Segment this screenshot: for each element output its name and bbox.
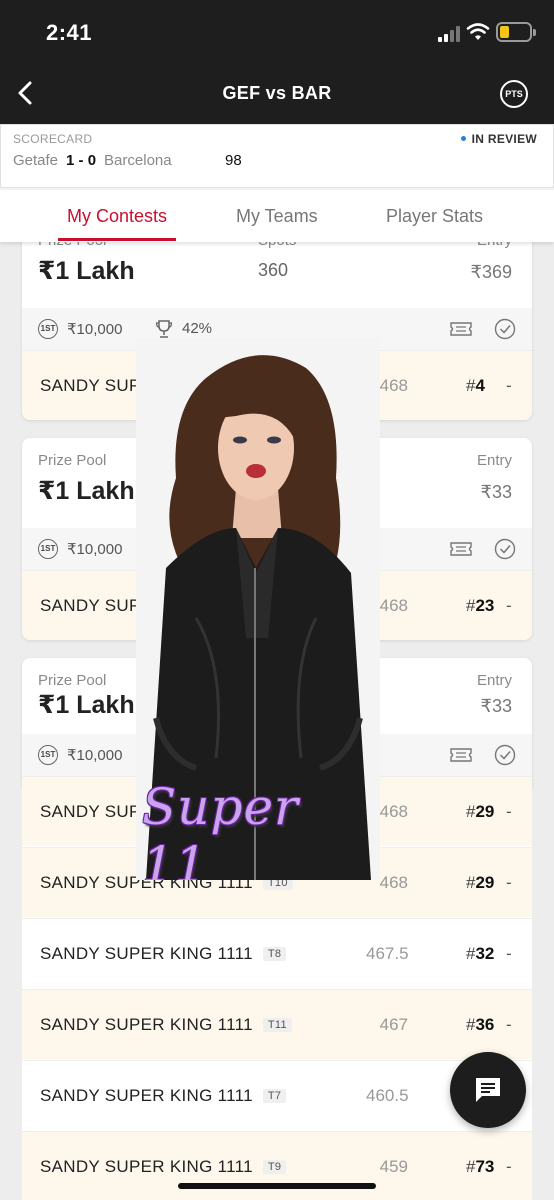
first-prize-icon: 1ST <box>38 745 58 765</box>
match-status: IN REVIEW <box>460 132 537 146</box>
entry-value: ₹33 <box>480 696 512 716</box>
overlay-caption: Super 11 <box>142 778 299 880</box>
home-team: Getafe <box>13 152 59 169</box>
team-tag: T9 <box>262 1159 287 1174</box>
rank-change: - <box>506 1157 512 1176</box>
scorecard-label: SCORECARD <box>13 132 93 146</box>
score-line: Getafe 1 - 0 Barcelona <box>13 152 172 169</box>
rank-change: - <box>506 1015 512 1034</box>
ticket-icon <box>450 542 472 556</box>
first-prize-amount: ₹10,000 <box>67 321 123 338</box>
match-score: 1 - 0 <box>66 152 97 169</box>
team-name: SANDY SUPER KING 1111 T8 <box>40 944 287 964</box>
team-rank: #73 <box>466 1157 495 1176</box>
rank-change: - <box>506 596 512 615</box>
team-rank: #32 <box>466 944 495 963</box>
chat-button[interactable] <box>450 1052 526 1128</box>
match-title: GEF vs BAR <box>222 83 332 103</box>
team-row[interactable]: SANDY SUPER KING 1111 T11 467 #36 - <box>22 989 532 1059</box>
team-rank: #23 <box>466 596 495 615</box>
team-points: 467 <box>379 1015 408 1034</box>
winners-percent: 42% <box>182 320 213 337</box>
points-button[interactable]: PTS <box>500 80 528 108</box>
team-row[interactable]: SANDY SUPER KING 1111 T8 467.5 #32 - <box>22 918 532 988</box>
confirmed-check-icon <box>494 318 516 340</box>
team-tag: T7 <box>262 1088 287 1103</box>
team-name: SANDY SUPER KING 1111 T7 <box>40 1086 287 1106</box>
first-prize-icon: 1ST <box>38 319 58 339</box>
rank-change: - <box>506 376 512 395</box>
prize-pool-label: Prize Pool <box>38 672 107 689</box>
tab-my-contests[interactable]: My Contests <box>67 206 167 227</box>
app-header: GEF vs BAR PTS <box>0 66 554 124</box>
team-points: 467.5 <box>366 944 409 963</box>
cellular-signal-icon <box>438 26 462 42</box>
team-points: 460.5 <box>366 1086 409 1105</box>
prize-pool-value: ₹1 Lakh <box>38 257 135 285</box>
prize-pool-value: ₹1 Lakh <box>38 477 135 505</box>
entry-label: Entry <box>476 452 512 469</box>
spots-value: 360 <box>258 260 289 280</box>
team-row[interactable]: SANDY SUPER KING 1111 T9 459 #73 - <box>22 1131 532 1200</box>
tab-player-stats[interactable]: Player Stats <box>386 206 483 227</box>
status-time: 2:41 <box>46 20 93 45</box>
team-rank: #29 <box>466 873 495 892</box>
tab-bar: My Contests My Teams Player Stats <box>0 190 554 242</box>
confirmed-check-icon <box>494 744 516 766</box>
team-rank: #4 <box>466 376 485 395</box>
entry-value: ₹33 <box>480 482 512 502</box>
wifi-icon <box>466 23 490 40</box>
my-points: 98 <box>225 152 242 169</box>
trophy-icon <box>155 320 173 338</box>
team-rank: #36 <box>466 1015 495 1034</box>
team-rank: #29 <box>466 802 495 821</box>
status-dot-icon <box>460 136 466 142</box>
rank-change: - <box>506 944 512 963</box>
rank-change: - <box>506 873 512 892</box>
entry-value: ₹369 <box>470 262 512 282</box>
first-prize-amount: ₹10,000 <box>67 747 123 764</box>
overlay-photo: Super 11 <box>136 338 380 880</box>
first-prize-amount: ₹10,000 <box>67 541 123 558</box>
confirmed-check-icon <box>494 538 516 560</box>
home-indicator <box>178 1183 376 1189</box>
chat-icon <box>476 1078 500 1102</box>
status-bar: 2:41 <box>0 0 554 66</box>
team-tag: T8 <box>262 946 287 961</box>
battery-icon <box>496 22 536 42</box>
away-team: Barcelona <box>104 152 172 169</box>
team-tag: T11 <box>262 1017 292 1032</box>
prize-pool-value: ₹1 Lakh <box>38 691 135 719</box>
entry-label: Entry <box>476 672 512 689</box>
team-points: 459 <box>379 1157 408 1176</box>
first-prize-icon: 1ST <box>38 539 58 559</box>
ticket-icon <box>450 322 472 336</box>
active-tab-indicator <box>58 238 176 241</box>
prize-pool-label: Prize Pool <box>38 452 107 469</box>
team-name: SANDY SUPER KING 1111 T9 <box>40 1157 287 1177</box>
ticket-icon <box>450 748 472 762</box>
tab-my-teams[interactable]: My Teams <box>236 206 318 227</box>
team-name: SANDY SUPER KING 1111 T11 <box>40 1015 292 1035</box>
rank-change: - <box>506 802 512 821</box>
scorecard[interactable]: SCORECARD IN REVIEW Getafe 1 - 0 Barcelona… <box>0 124 554 190</box>
